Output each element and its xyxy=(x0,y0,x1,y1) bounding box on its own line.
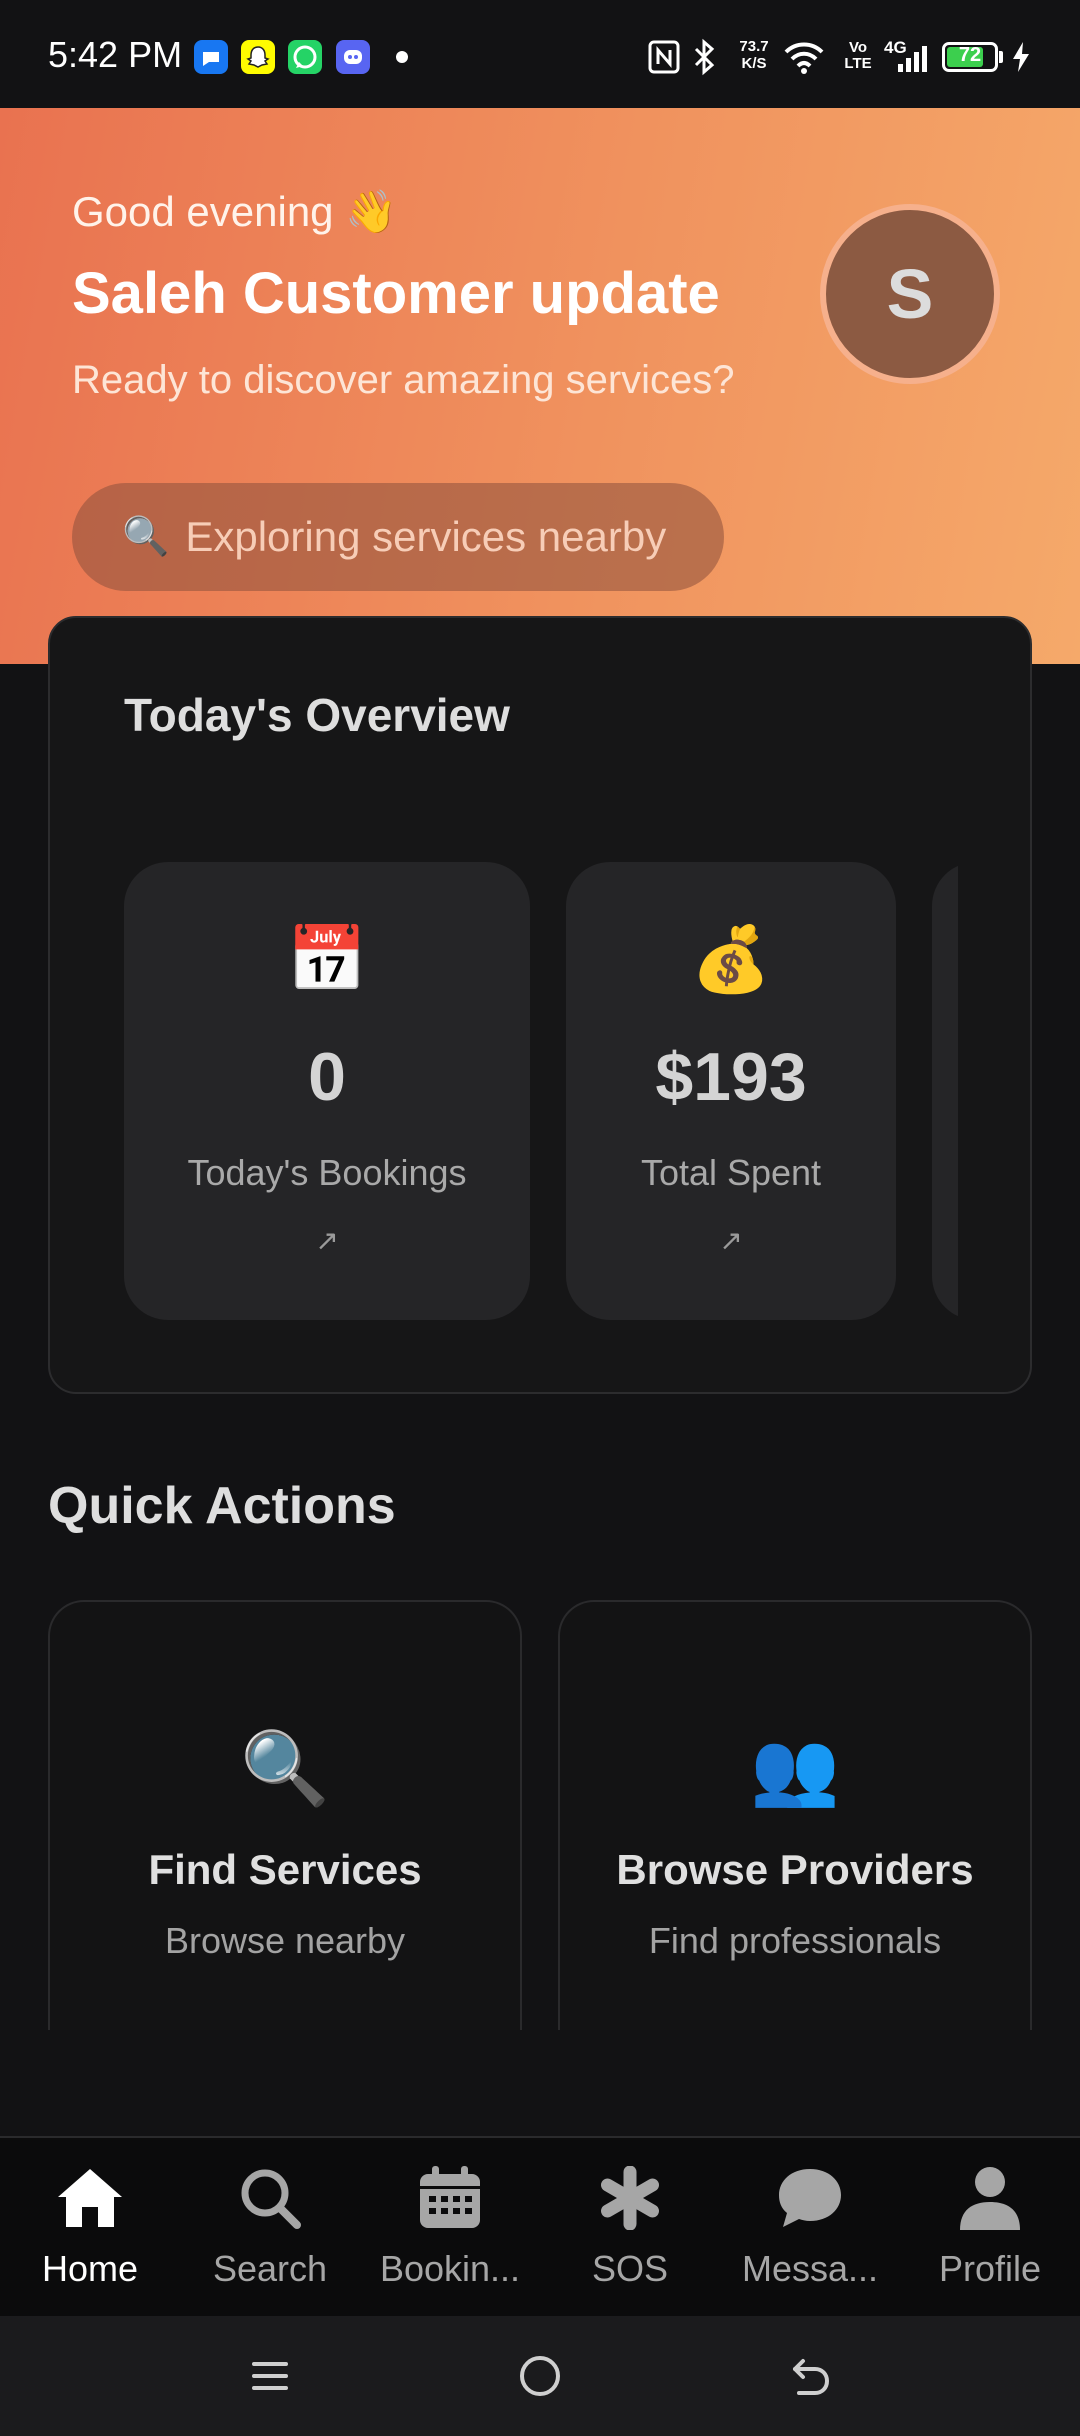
status-time: 5:42 PM xyxy=(48,34,183,75)
charging-icon xyxy=(1010,40,1032,79)
battery-icon: 72 xyxy=(942,42,998,72)
quick-actions-title: Quick Actions xyxy=(48,1477,396,1535)
whatsapp-icon xyxy=(288,40,322,74)
stat-label: Total Spent xyxy=(640,1152,822,1193)
person-icon xyxy=(900,2160,1080,2236)
network-speed-unit: K/S xyxy=(741,55,767,72)
user-name: Saleh Customer update xyxy=(72,261,720,326)
tagline: Ready to discover amazing services? xyxy=(72,358,735,402)
search-icon xyxy=(180,2160,360,2236)
calendar-icon: 📅 xyxy=(287,923,367,995)
bottom-nav: Home Search Bookin... SOS Messa... Profi… xyxy=(0,2136,1080,2316)
browse-providers-card[interactable]: 👥 Browse Providers Find professionals xyxy=(558,1600,1032,2030)
more-notifications-dot xyxy=(396,51,408,63)
recents-button[interactable] xyxy=(230,2346,310,2406)
messenger-icon xyxy=(194,40,228,74)
magnifier-icon: 🔍 xyxy=(240,1729,330,1809)
nav-label: Profile xyxy=(938,2248,1042,2289)
stat-label: Today's Bookings xyxy=(187,1152,467,1193)
network-speed-value: 73.7 xyxy=(739,38,769,55)
qa-label: Find Services xyxy=(148,1846,422,1893)
volte-top: Vo xyxy=(848,39,868,56)
snapchat-icon xyxy=(241,40,275,74)
home-icon xyxy=(0,2160,180,2236)
trend-arrow-icon: ↗ xyxy=(719,1225,743,1256)
avatar[interactable]: S xyxy=(820,204,1000,384)
stat-card-peek[interactable] xyxy=(932,862,958,1320)
nfc-icon xyxy=(648,40,680,79)
overview-card: Today's Overview 📅 0 Today's Bookings ↗ … xyxy=(48,616,1032,1394)
greeting-header: Good evening 👋 Saleh Customer update Rea… xyxy=(0,108,1080,664)
stat-card-spent[interactable]: 💰 $193 Total Spent ↗ xyxy=(566,862,896,1320)
asterisk-icon xyxy=(540,2160,720,2236)
qa-sublabel: Browse nearby xyxy=(164,1920,406,1961)
nav-label: Messa... xyxy=(741,2248,879,2289)
nav-profile[interactable]: Profile xyxy=(900,2138,1080,2316)
battery-level: 72 xyxy=(958,44,982,66)
wifi-icon xyxy=(784,40,824,79)
nav-label: SOS xyxy=(591,2248,669,2289)
back-button[interactable] xyxy=(770,2346,850,2406)
nav-search[interactable]: Search xyxy=(180,2138,360,2316)
signal-icon xyxy=(896,44,930,79)
nav-messages[interactable]: Messa... xyxy=(720,2138,900,2316)
battery-cap xyxy=(999,51,1003,63)
nav-label: Bookin... xyxy=(379,2248,521,2289)
find-services-card[interactable]: 🔍 Find Services Browse nearby xyxy=(48,1600,522,2030)
volte-bottom: LTE xyxy=(844,55,872,72)
volte-indicator: Vo LTE xyxy=(838,40,878,72)
calendar-icon xyxy=(360,2160,540,2236)
money-bag-icon: 💰 xyxy=(691,923,771,995)
stat-card-bookings[interactable]: 📅 0 Today's Bookings ↗ xyxy=(124,862,530,1320)
status-bar: 5:42 PM 73.7 K/S Vo LTE 4G 72 xyxy=(0,0,1080,108)
discord-icon xyxy=(336,40,370,74)
nav-label: Search xyxy=(212,2248,328,2289)
home-button[interactable] xyxy=(500,2346,580,2406)
search-icon: 🔍 xyxy=(122,516,170,558)
overview-title: Today's Overview xyxy=(124,689,510,741)
nav-bookings[interactable]: Bookin... xyxy=(360,2138,540,2316)
chat-bubble-icon xyxy=(720,2160,900,2236)
bluetooth-icon xyxy=(690,38,718,81)
qa-label: Browse Providers xyxy=(616,1846,974,1893)
nav-sos[interactable]: SOS xyxy=(540,2138,720,2316)
people-icon: 👥 xyxy=(750,1729,840,1809)
trend-arrow-icon: ↗ xyxy=(315,1225,339,1256)
qa-sublabel: Find professionals xyxy=(648,1920,942,1961)
greeting-text: Good evening 👋 xyxy=(72,188,398,235)
nav-home[interactable]: Home xyxy=(0,2138,180,2316)
stat-value: 0 xyxy=(308,1039,346,1115)
stat-value: $193 xyxy=(655,1039,807,1115)
nav-label: Home xyxy=(41,2248,139,2289)
explore-pill-label: Exploring services nearby xyxy=(185,513,667,560)
network-speed: 73.7 K/S xyxy=(732,38,776,72)
system-navigation-bar xyxy=(0,2316,1080,2436)
explore-services-pill[interactable]: 🔍 Exploring services nearby xyxy=(72,483,724,591)
